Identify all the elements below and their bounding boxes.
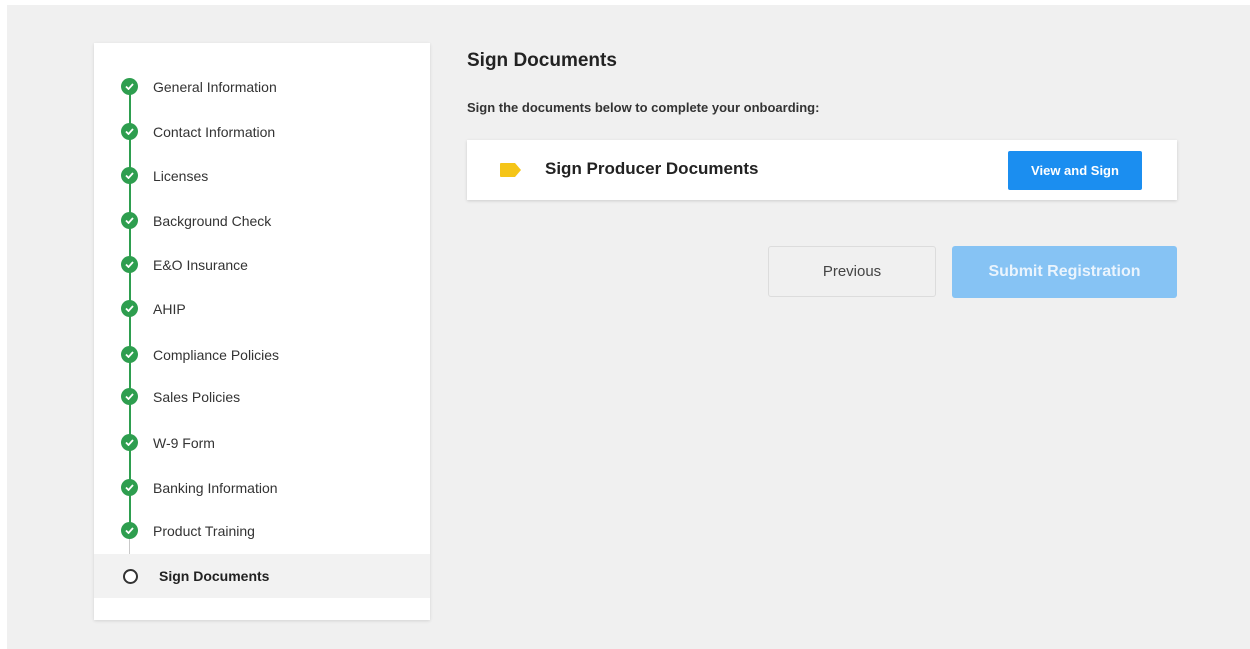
step-eo-insurance[interactable]: E&O Insurance: [94, 243, 430, 287]
step-label: W-9 Form: [153, 435, 215, 451]
view-and-sign-button[interactable]: View and Sign: [1008, 151, 1142, 190]
step-label: Sign Documents: [159, 568, 270, 584]
step-label: Banking Information: [153, 480, 278, 496]
previous-button[interactable]: Previous: [768, 246, 936, 297]
check-circle-icon: [121, 300, 138, 317]
step-compliance-policies[interactable]: Compliance Policies: [94, 333, 430, 377]
document-label: Sign Producer Documents: [545, 159, 759, 178]
current-step-circle-icon: [123, 569, 138, 584]
check-circle-icon: [121, 212, 138, 229]
step-label: Sales Policies: [153, 389, 241, 405]
check-circle-icon: [121, 522, 138, 539]
step-background-check[interactable]: Background Check: [94, 199, 430, 243]
step-sales-policies[interactable]: Sales Policies: [94, 375, 430, 419]
check-circle-icon: [121, 434, 138, 451]
check-circle-icon: [121, 346, 138, 363]
step-label: General Information: [153, 79, 277, 95]
page-subtitle: Sign the documents below to complete you…: [467, 100, 820, 115]
step-general-information[interactable]: General Information: [94, 65, 430, 109]
check-circle-icon: [121, 256, 138, 273]
step-product-training[interactable]: Product Training: [94, 509, 430, 553]
step-label: Product Training: [153, 523, 255, 539]
onboarding-steps-sidebar: General Information Contact Information …: [94, 43, 430, 620]
step-label: Background Check: [153, 213, 272, 229]
page-title: Sign Documents: [467, 50, 617, 71]
check-circle-icon: [121, 479, 138, 496]
step-label: AHIP: [153, 301, 186, 317]
check-circle-icon: [121, 123, 138, 140]
tag-icon: [500, 163, 522, 182]
step-banking-information[interactable]: Banking Information: [94, 466, 430, 510]
step-label: E&O Insurance: [153, 257, 248, 273]
step-w9-form[interactable]: W-9 Form: [94, 421, 430, 465]
document-card: Sign Producer Documents View and Sign: [467, 140, 1177, 200]
step-label: Compliance Policies: [153, 347, 280, 363]
step-label: Licenses: [153, 168, 209, 184]
check-circle-icon: [121, 388, 138, 405]
step-sign-documents[interactable]: Sign Documents: [94, 554, 430, 598]
step-label: Contact Information: [153, 124, 276, 140]
step-licenses[interactable]: Licenses: [94, 154, 430, 198]
check-circle-icon: [121, 78, 138, 95]
submit-registration-button[interactable]: Submit Registration: [952, 246, 1177, 298]
step-contact-information[interactable]: Contact Information: [94, 110, 430, 154]
check-circle-icon: [121, 167, 138, 184]
step-ahip[interactable]: AHIP: [94, 287, 430, 331]
